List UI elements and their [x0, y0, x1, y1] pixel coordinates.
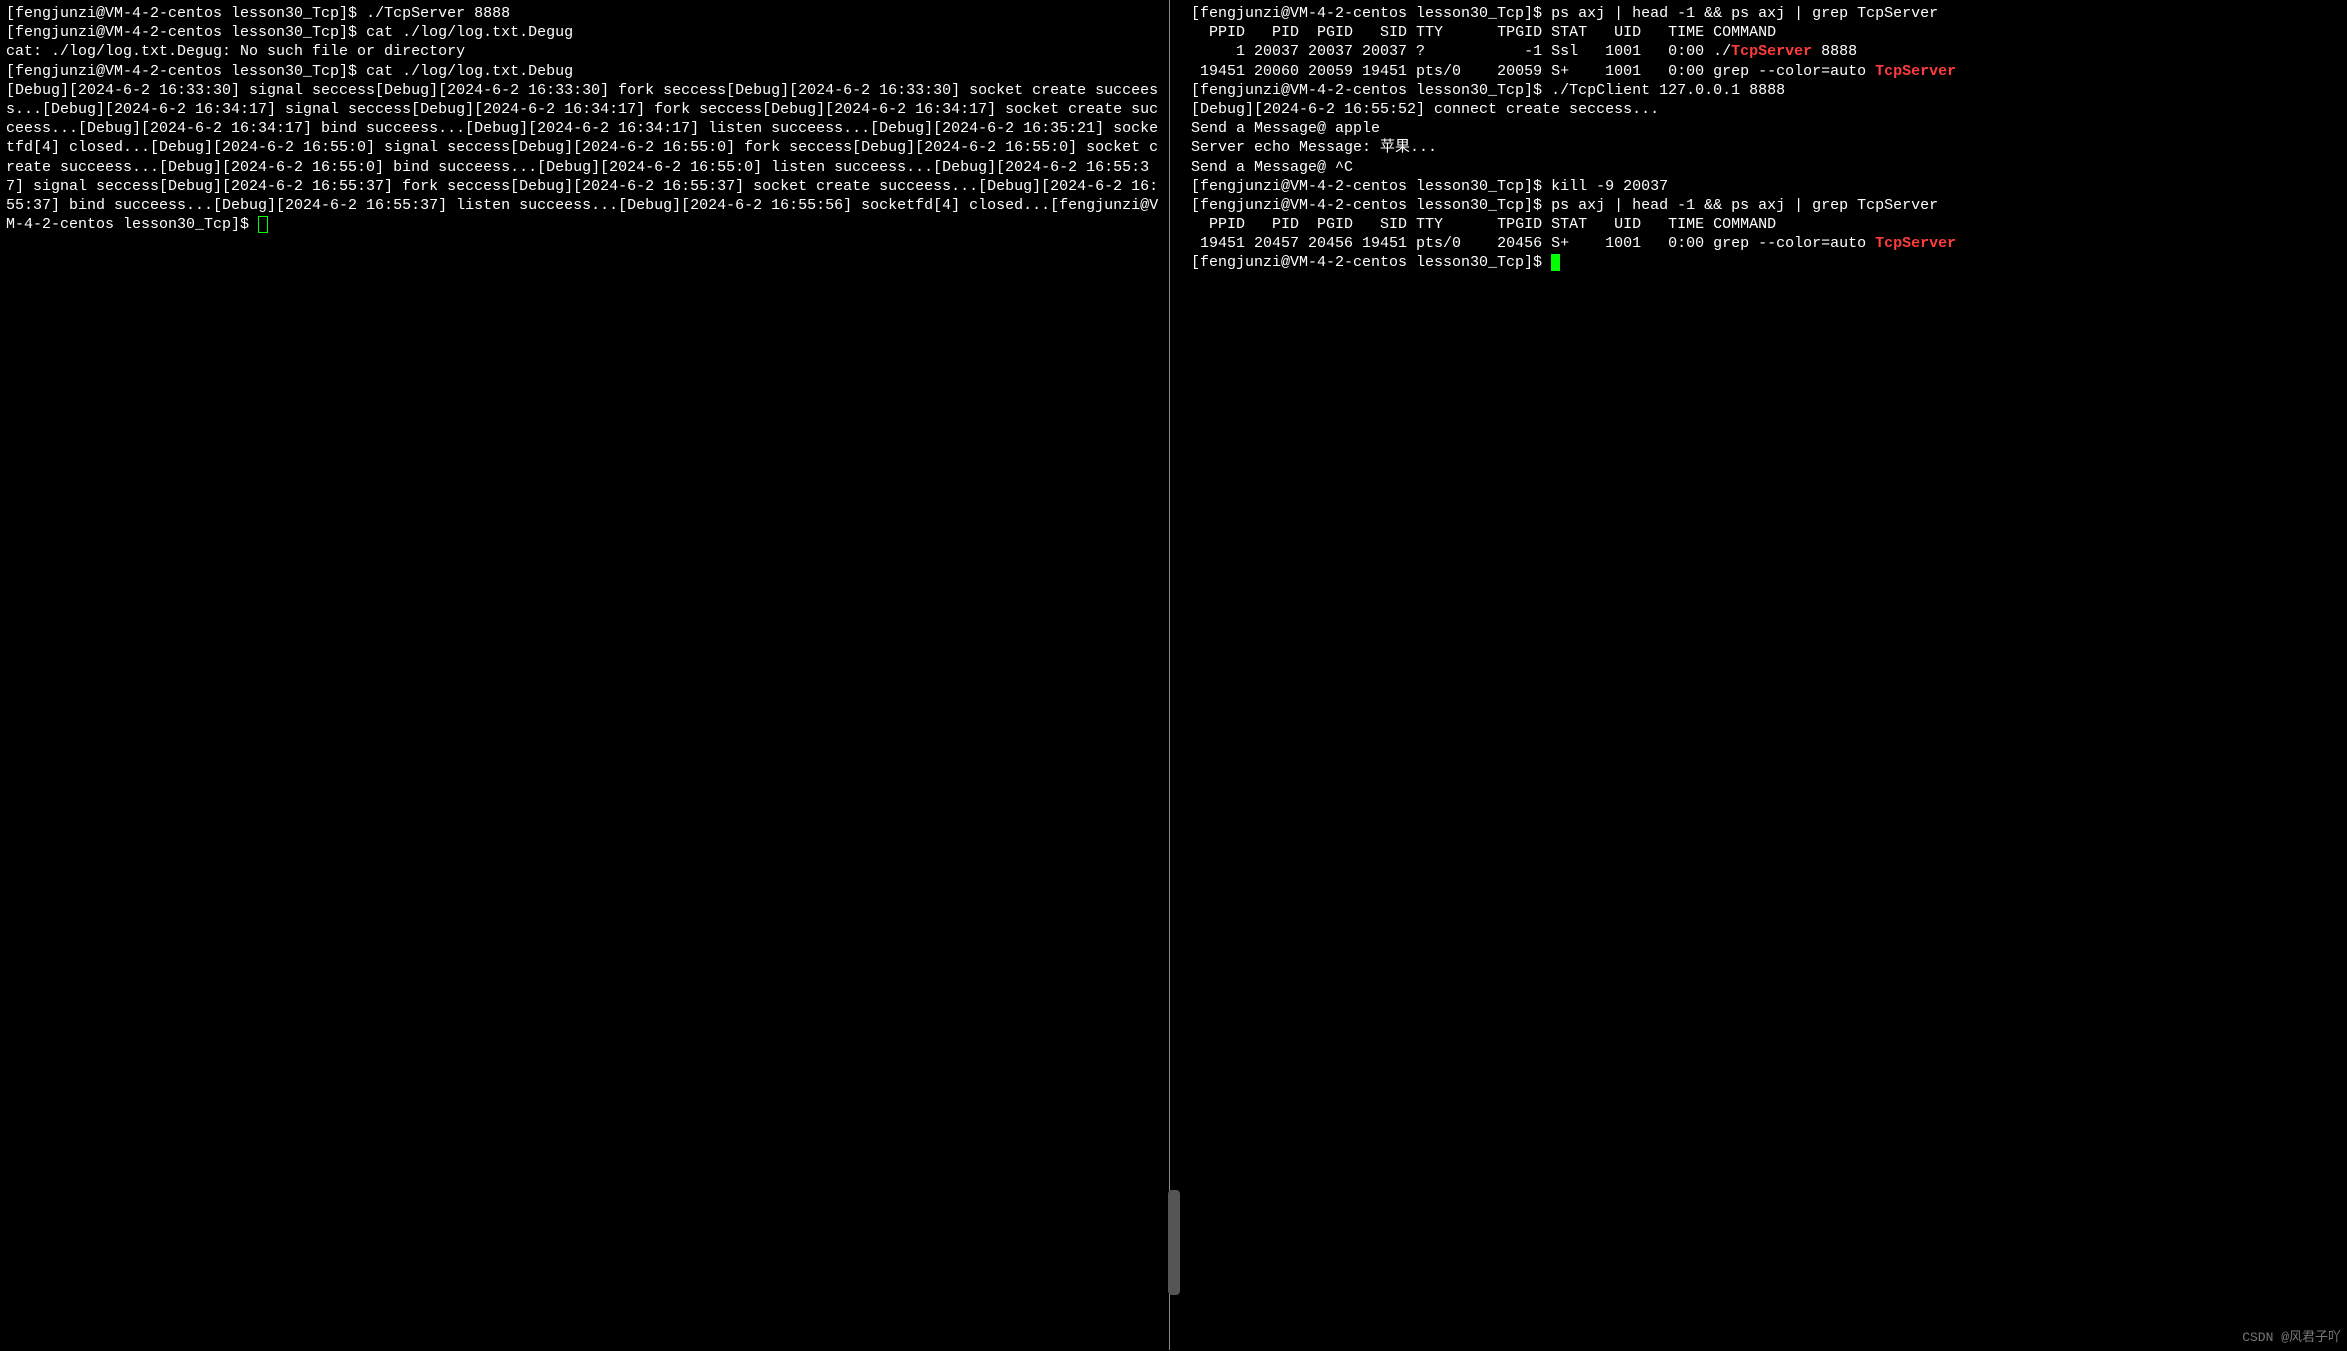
grep-match: TcpServer	[1875, 235, 1956, 252]
ps-header: PPID PID PGID SID TTY TPGID STAT UID TIM…	[1191, 24, 1776, 41]
prompt: [fengjunzi@VM-4-2-centos lesson30_Tcp]$	[1191, 178, 1551, 195]
cursor-block	[1551, 254, 1560, 271]
grep-match: TcpServer	[1731, 43, 1812, 60]
command: ps axj | head -1 && ps axj | grep TcpSer…	[1551, 197, 1938, 214]
ps-row: 19451 20060 20059 19451 pts/0 20059 S+ 1…	[1191, 63, 1875, 80]
prompt: [fengjunzi@VM-4-2-centos lesson30_Tcp]$	[1191, 82, 1551, 99]
prompt: [fengjunzi@VM-4-2-centos lesson30_Tcp]$	[6, 5, 366, 22]
command: ps axj | head -1 && ps axj | grep TcpSer…	[1551, 5, 1938, 22]
output-line: cat: ./log/log.txt.Degug: No such file o…	[6, 43, 465, 60]
prompt: [fengjunzi@VM-4-2-centos lesson30_Tcp]$	[1191, 254, 1551, 271]
command: ./TcpServer 8888	[366, 5, 510, 22]
command: kill -9 20037	[1551, 178, 1668, 195]
left-terminal-pane[interactable]: [fengjunzi@VM-4-2-centos lesson30_Tcp]$ …	[0, 0, 1170, 1350]
cursor-outline	[258, 216, 268, 233]
left-pane-scrollbar[interactable]	[1168, 1190, 1180, 1295]
ps-row: 1 20037 20037 20037 ? -1 Ssl 1001 0:00 .…	[1191, 43, 1731, 60]
ps-row: 19451 20457 20456 19451 pts/0 20456 S+ 1…	[1191, 235, 1875, 252]
ps-row: 8888	[1812, 43, 1857, 60]
command: cat ./log/log.txt.Degug	[366, 24, 573, 41]
prompt: [fengjunzi@VM-4-2-centos lesson30_Tcp]$	[1191, 197, 1551, 214]
output-line: Send a Message@ ^C	[1191, 159, 1353, 176]
command: cat ./log/log.txt.Debug	[366, 63, 573, 80]
prompt: [fengjunzi@VM-4-2-centos lesson30_Tcp]$	[1191, 5, 1551, 22]
log-output: [Debug][2024-6-2 16:33:30] signal secces…	[6, 82, 1158, 214]
prompt: [fengjunzi@VM-4-2-centos lesson30_Tcp]$	[6, 63, 366, 80]
output-line: Server echo Message: 苹果...	[1191, 139, 1437, 156]
watermark: CSDN @风君子吖	[2242, 1330, 2341, 1347]
ps-header: PPID PID PGID SID TTY TPGID STAT UID TIM…	[1191, 216, 1776, 233]
right-terminal-pane[interactable]: [fengjunzi@VM-4-2-centos lesson30_Tcp]$ …	[1185, 0, 2347, 1350]
command: ./TcpClient 127.0.0.1 8888	[1551, 82, 1785, 99]
output-line: Send a Message@ apple	[1191, 120, 1380, 137]
prompt: [fengjunzi@VM-4-2-centos lesson30_Tcp]$	[6, 24, 366, 41]
output-line: [Debug][2024-6-2 16:55:52] connect creat…	[1191, 101, 1659, 118]
grep-match: TcpServer	[1875, 63, 1956, 80]
